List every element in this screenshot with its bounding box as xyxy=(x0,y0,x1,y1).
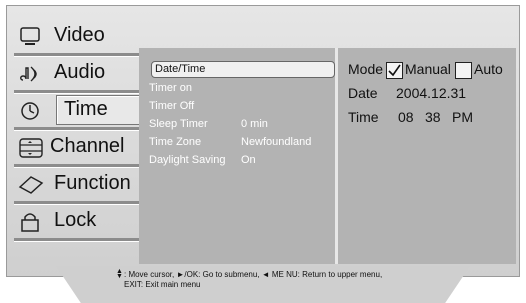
submenu-item-sleep-timer[interactable]: Sleep Timer 0 min xyxy=(149,116,334,132)
date-value[interactable]: 2004.12.31 xyxy=(396,85,466,101)
auto-label: Auto xyxy=(474,61,503,77)
date-label: Date xyxy=(348,85,378,101)
monitor-icon xyxy=(18,26,44,48)
submenu-item-timer-on[interactable]: Timer on xyxy=(149,80,334,96)
menu-item-label: Function xyxy=(54,172,131,194)
time-row: Time 08 38 PM xyxy=(348,109,473,125)
submenu-item-daylight-saving[interactable]: Daylight Saving On xyxy=(149,152,334,168)
date-row: Date 2004.12.31 xyxy=(348,85,466,101)
mode-label: Mode xyxy=(348,61,384,77)
submenu-item-label: Timer Off xyxy=(149,100,195,112)
menu-item-channel[interactable]: Channel xyxy=(14,131,140,167)
submenu-item-date-time[interactable]: Date/Time xyxy=(151,61,335,78)
mode-row: Mode Manual Auto xyxy=(348,61,503,79)
menu-item-label: Lock xyxy=(54,209,97,231)
help-line-1: : Move cursor, ►/OK: Go to submenu, ◄ ME… xyxy=(124,270,383,279)
time-period[interactable]: PM xyxy=(452,109,473,125)
diamond-icon xyxy=(18,174,44,196)
time-label: Time xyxy=(348,109,379,125)
main-menu: Video Audio Time Channel Function Lock xyxy=(14,20,144,264)
menu-item-label: Audio xyxy=(54,61,106,83)
submenu-item-time-zone[interactable]: Time Zone Newfoundland xyxy=(149,134,334,150)
channel-icon xyxy=(18,137,44,159)
submenu-item-value: On xyxy=(241,154,256,166)
help-text: ▲ ▼ : Move cursor, ►/OK: Go to submenu, ◄… xyxy=(116,268,446,290)
submenu-item-timer-off[interactable]: Timer Off xyxy=(149,98,334,114)
menu-item-video[interactable]: Video xyxy=(14,20,140,56)
manual-label: Manual xyxy=(405,61,451,77)
submenu-item-value: 0 min xyxy=(241,118,268,130)
menu-item-time[interactable]: Time xyxy=(14,94,144,130)
time-minute[interactable]: 38 xyxy=(425,109,441,125)
submenu-item-label: Daylight Saving xyxy=(149,154,226,166)
menu-item-label: Video xyxy=(54,24,105,46)
clock-icon xyxy=(18,100,44,122)
auto-checkbox[interactable] xyxy=(455,62,472,79)
submenu-item-label: Sleep Timer xyxy=(149,118,208,130)
details-panel: Mode Manual Auto Date 2004.12.31 Time 08… xyxy=(338,48,516,264)
menu-item-lock[interactable]: Lock xyxy=(14,205,140,241)
submenu-panel: Date/Time Timer on Timer Off Sleep Timer… xyxy=(139,48,338,264)
lock-icon xyxy=(18,211,44,233)
menu-item-audio[interactable]: Audio xyxy=(14,57,140,93)
checkmark-icon xyxy=(388,64,401,77)
menu-item-label: Time xyxy=(64,98,108,120)
submenu-item-label: Time Zone xyxy=(149,136,202,148)
up-down-arrows-icon: ▲ ▼ xyxy=(116,268,123,280)
time-hour[interactable]: 08 xyxy=(398,109,414,125)
music-note-icon xyxy=(18,63,44,85)
menu-item-label: Channel xyxy=(50,135,125,157)
manual-checkbox[interactable] xyxy=(386,62,403,79)
help-bar: ▲ ▼ : Move cursor, ►/OK: Go to submenu, ◄… xyxy=(56,266,470,303)
menu-item-function[interactable]: Function xyxy=(14,168,140,204)
submenu-item-label: Date/Time xyxy=(155,63,206,75)
help-line-2: EXIT: Exit main menu xyxy=(124,280,201,289)
submenu-item-value: Newfoundland xyxy=(241,136,312,148)
submenu-item-label: Timer on xyxy=(149,82,192,94)
